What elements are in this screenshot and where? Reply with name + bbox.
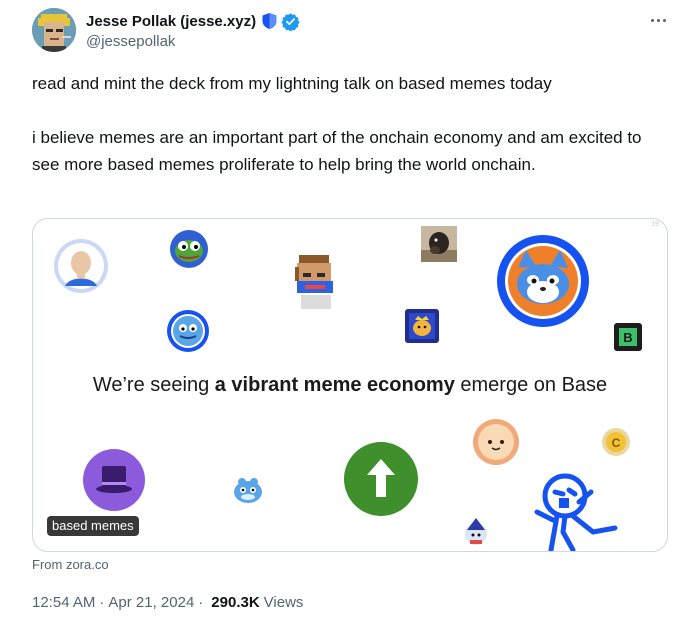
author-avatar[interactable] (32, 8, 76, 52)
cat-coin-icon (472, 418, 520, 471)
tweet-meta: 12:54 AM · Apr 21, 2024 · 290.3K Views (32, 594, 303, 611)
headline-bold-text: a vibrant meme economy (214, 374, 455, 396)
card-label: based memes (47, 516, 139, 536)
card-corner-mark: 19 (651, 221, 659, 228)
bald-man-avatar-icon (53, 238, 109, 299)
author-display-name[interactable]: Jesse Pollak (jesse.xyz) (86, 13, 256, 30)
blue-fox-token-icon (496, 234, 590, 333)
green-up-arrow-icon (343, 441, 419, 522)
views-count[interactable]: 290.3K (211, 594, 259, 611)
meta-separator: · (198, 594, 204, 611)
shield-icon (261, 12, 278, 30)
meta-separator: · (99, 594, 105, 611)
blue-scribble-figure-icon (533, 472, 623, 551)
blue-creature-icon (231, 472, 265, 511)
wizard-sticker-icon (461, 516, 491, 551)
dog-photo-icon (421, 226, 457, 267)
tweet-header: Jesse Pollak (jesse.xyz) @jessepollak (32, 8, 672, 56)
card-source[interactable]: From zora.co (32, 557, 109, 572)
pepe-frog-icon (169, 229, 209, 274)
pixel-face-meme-icon (291, 253, 339, 316)
green-b-square-icon: B (614, 323, 642, 356)
crowned-cat-square-icon (405, 309, 439, 348)
headline-text: We’re seeing (92, 374, 215, 396)
purple-top-hat-icon (82, 448, 146, 517)
author-name-row: Jesse Pollak (jesse.xyz) (86, 10, 300, 32)
views-label: Views (263, 594, 304, 611)
tweet-paragraph: read and mint the deck from my lightning… (32, 74, 552, 93)
author-handle[interactable]: @jessepollak (86, 33, 175, 50)
svg-text:B: B (623, 330, 632, 345)
svg-text:C: C (612, 436, 621, 450)
verified-icon[interactable] (281, 12, 300, 32)
blue-pepe-token-icon (166, 309, 210, 358)
headline-text-end: emerge on Base (454, 374, 608, 396)
tweet-date[interactable]: Apr 21, 2024 (108, 594, 194, 611)
tweet-paragraph: i believe memes are an important part of… (32, 128, 642, 174)
more-options-icon[interactable] (644, 12, 672, 28)
link-card[interactable]: 19 B We’re seeing a vibrant meme economy… (32, 218, 668, 552)
tweet-time[interactable]: 12:54 AM (32, 594, 95, 611)
tweet-text: read and mint the deck from my lightning… (32, 70, 662, 178)
card-headline: We’re seeing a vibrant meme economy emer… (33, 374, 667, 397)
gold-coin-icon: C (601, 427, 631, 462)
